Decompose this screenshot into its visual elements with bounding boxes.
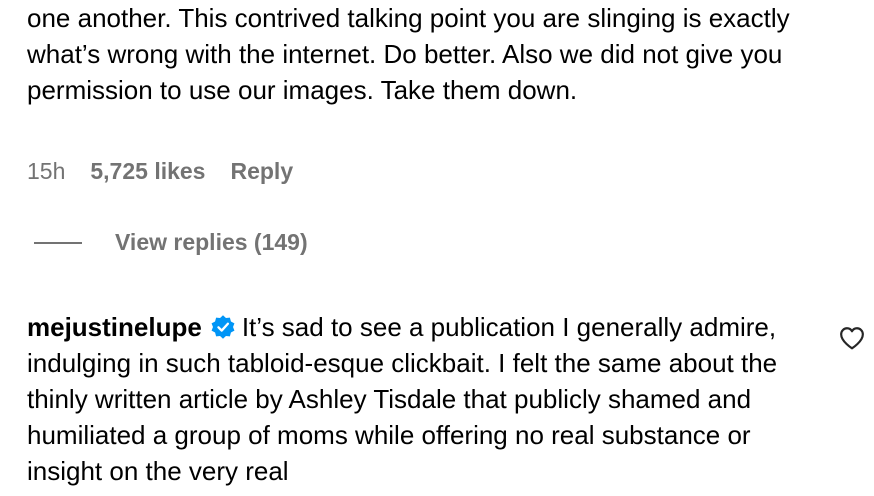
replies-divider-line [34,241,82,244]
view-replies-label: View replies (149) [115,229,308,255]
comment-username[interactable]: mejustinelupe [27,312,202,342]
reply-button[interactable]: Reply [230,158,293,185]
comment-likes[interactable]: 5,725 likes [90,158,205,185]
comment-meta: 15h 5,725 likes Reply [27,158,293,185]
verified-badge-icon [210,313,236,339]
heart-icon[interactable] [839,326,865,350]
view-replies-button[interactable]: View replies (149) [34,229,308,256]
comment-timestamp: 15h [27,158,66,184]
comment: mejustinelupe It’s sad to see a publicati… [27,309,817,489]
comment-text: one another. This contrived talking poin… [27,3,790,105]
